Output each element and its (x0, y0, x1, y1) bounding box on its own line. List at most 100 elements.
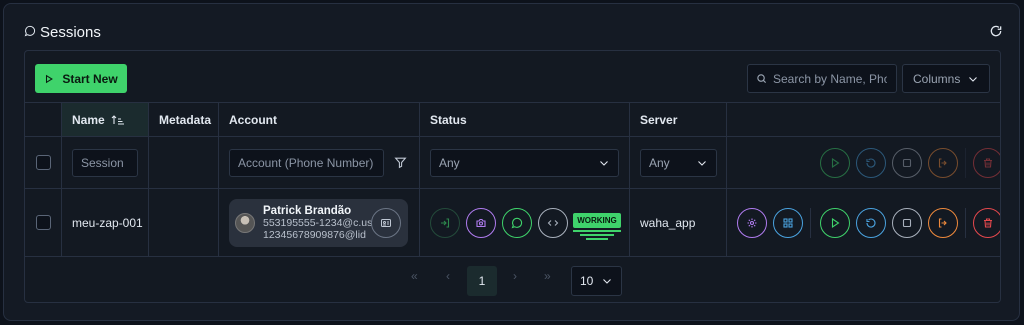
status-line (573, 230, 621, 232)
metadata-cell (149, 189, 219, 256)
bulk-start-button[interactable] (820, 148, 850, 178)
trash-icon (984, 158, 992, 168)
avatar (235, 212, 255, 233)
session-filter-cell: Session (62, 137, 149, 188)
status-filter-select[interactable]: Any (430, 148, 619, 177)
search-box[interactable] (747, 64, 897, 93)
last-page-icon[interactable]: » (544, 269, 551, 283)
previous-page-icon[interactable]: ‹ (446, 269, 450, 283)
bulk-stop-button[interactable] (892, 148, 922, 178)
chevron-down-icon (600, 160, 608, 166)
code-button[interactable] (538, 208, 568, 238)
restart-icon (866, 218, 876, 228)
status-line (580, 234, 614, 236)
start-new-button[interactable]: Start New (35, 64, 127, 93)
sort-ascending-icon[interactable] (111, 114, 125, 126)
configure-button[interactable] (737, 208, 767, 238)
metadata-filter-cell (149, 137, 219, 188)
session-filter-placeholder: Session (81, 155, 124, 170)
play-icon (46, 74, 54, 83)
account-card: Patrick Brandão 553195555-1234@c.us 1234… (229, 198, 408, 247)
gear-icon (747, 218, 757, 228)
search-icon (757, 74, 767, 84)
account-details: Patrick Brandão 553195555-1234@c.us 1234… (263, 205, 372, 241)
whatsapp-icon (511, 217, 523, 229)
card-title: Sessions (24, 24, 101, 41)
column-header-account: Account (219, 103, 420, 136)
start-button[interactable] (820, 208, 850, 238)
delete-button[interactable] (973, 208, 1000, 238)
play-icon (831, 217, 840, 229)
whatsapp-icon (24, 24, 36, 41)
page-size-value: 10 (580, 274, 594, 288)
login-button[interactable] (430, 208, 460, 238)
select-all-checkbox[interactable] (35, 155, 51, 170)
status-cell: WORKING (420, 189, 630, 256)
camera-icon (476, 218, 486, 228)
session-name-cell: meu-zap-001 (62, 189, 149, 256)
server-cell: waha_app (630, 189, 727, 256)
column-header-label: Name (72, 112, 105, 127)
status-indicator: WORKING (573, 213, 621, 240)
server-name: waha_app (640, 215, 696, 230)
table-row: meu-zap-001 Patrick Brandão 553195555-12… (25, 189, 1000, 257)
next-page-icon[interactable]: › (513, 269, 517, 283)
pagination: « ‹ 1 › » 10 (25, 257, 1000, 302)
id-card-icon (381, 218, 391, 227)
sessions-card: Sessions Start New Columns Name (3, 3, 1020, 321)
account-phone: 553195555-1234@c.us (263, 216, 373, 229)
server-filter-cell: Any (630, 137, 727, 188)
table-header-row: Name Metadata Account Status Server (25, 103, 1000, 137)
filter-row: Session Account (Phone Number) Any Any (25, 137, 1000, 189)
screenshot-button[interactable] (466, 208, 496, 238)
refresh-icon[interactable] (989, 24, 1003, 38)
stop-button[interactable] (892, 208, 922, 238)
session-filter-input[interactable]: Session (72, 148, 138, 177)
account-filter-input[interactable]: Account (Phone Number) (229, 148, 384, 177)
status-filter-cell: Any (420, 137, 630, 188)
account-name: Patrick Brandão (263, 204, 352, 217)
bulk-logout-button[interactable] (928, 148, 958, 178)
actions-divider (965, 208, 966, 238)
row-actions-cell (727, 189, 1000, 256)
columns-dropdown[interactable]: Columns (902, 64, 990, 93)
status-badge: WORKING (573, 213, 621, 228)
actions-divider (965, 148, 966, 178)
column-header-label: Account (229, 112, 277, 127)
current-page-number: 1 (478, 274, 486, 288)
account-profile-button[interactable] (371, 207, 401, 238)
current-page-button[interactable]: 1 (467, 266, 497, 296)
row-checkbox[interactable] (35, 215, 51, 230)
chevron-down-icon (969, 76, 977, 82)
logout-button[interactable] (928, 208, 958, 238)
apps-button[interactable] (773, 208, 803, 238)
status-filter-value: Any (439, 155, 460, 170)
stop-icon (902, 218, 912, 228)
table-toolbar: Start New Columns (25, 51, 1000, 103)
stop-icon (902, 158, 912, 168)
server-filter-value: Any (649, 155, 670, 170)
chevron-down-icon (698, 160, 706, 166)
column-header-label: Metadata (159, 112, 212, 127)
session-name: meu-zap-001 (72, 215, 143, 230)
bulk-delete-button[interactable] (973, 148, 1000, 178)
login-icon (441, 218, 450, 228)
column-header-status: Status (420, 103, 630, 136)
page-title: Sessions (40, 24, 101, 41)
server-filter-select[interactable]: Any (640, 148, 717, 177)
account-cell: Patrick Brandão 553195555-1234@c.us 1234… (219, 189, 420, 256)
column-header-metadata: Metadata (149, 103, 219, 136)
actions-divider (810, 208, 811, 238)
page-size-select[interactable]: 10 (571, 266, 622, 296)
column-header-name[interactable]: Name (62, 103, 149, 136)
filter-icon[interactable] (394, 156, 407, 169)
search-input[interactable] (773, 71, 887, 86)
column-header-actions (727, 103, 1000, 136)
chevron-down-icon (603, 279, 611, 284)
restart-button[interactable] (856, 208, 886, 238)
first-page-icon[interactable]: « (411, 269, 418, 283)
account-filter-placeholder: Account (Phone Number) (238, 155, 374, 170)
whatsapp-button[interactable] (502, 208, 532, 238)
bulk-restart-button[interactable] (856, 148, 886, 178)
columns-label: Columns (913, 71, 961, 86)
